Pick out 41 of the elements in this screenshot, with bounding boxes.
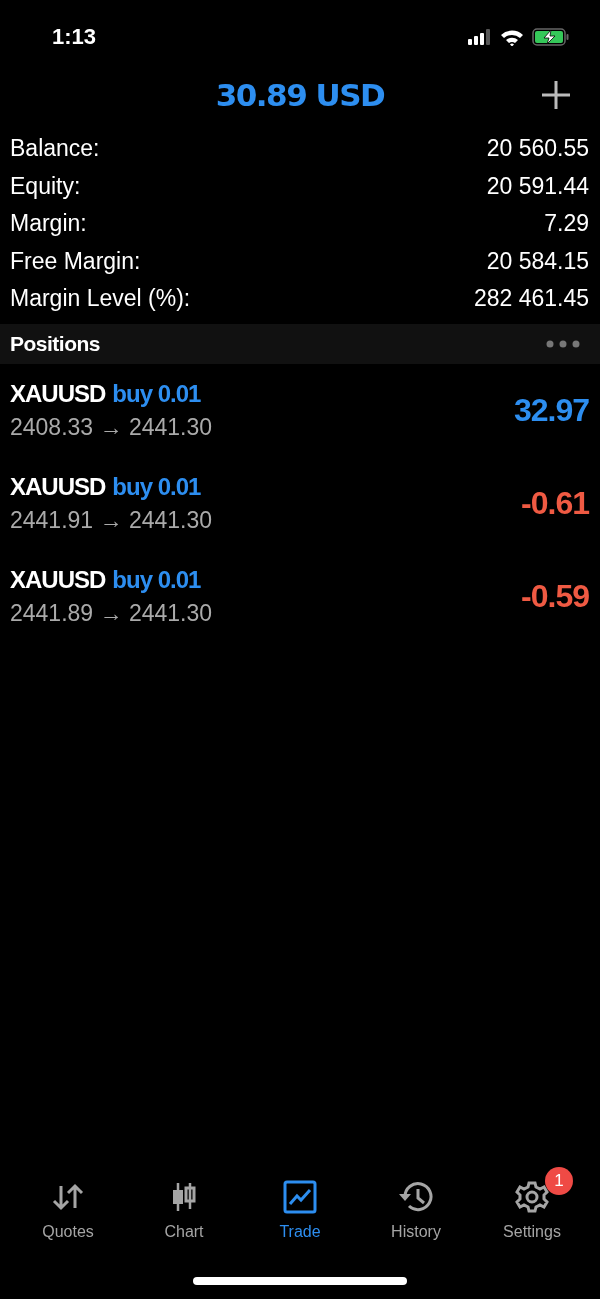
summary-value: 20 560.55 — [486, 135, 589, 163]
symbol-label: XAUUSD — [10, 379, 106, 408]
summary-value: 20 591.44 — [486, 172, 589, 200]
profit-value: -0.61 — [521, 484, 589, 522]
status-time: 1:13 — [52, 24, 97, 50]
tab[interactable]: Trade — [245, 1165, 355, 1241]
profit-value: -0.59 — [521, 577, 589, 615]
candlestick-icon — [171, 1181, 197, 1213]
more-icon[interactable] — [546, 339, 580, 348]
summary-label: Balance: — [10, 135, 100, 163]
settings-icon — [515, 1180, 549, 1214]
profit-value: 32.97 — [513, 391, 589, 429]
order-side: buy 0.01 — [112, 472, 201, 501]
summary-value: 282 461.45 — [473, 285, 589, 313]
symbol-label: XAUUSD — [10, 565, 106, 594]
history-icon — [398, 1180, 434, 1214]
symbol-label: XAUUSD — [10, 472, 106, 501]
battery-charging-icon — [532, 28, 570, 46]
wifi-icon — [500, 28, 524, 46]
summary-value: 7.29 — [544, 210, 589, 238]
order-side: buy 0.01 — [112, 565, 201, 594]
arrows-icon — [51, 1182, 85, 1212]
price-range: 2441.89 → 2441.30 — [10, 599, 213, 627]
summary-label: Free Margin: — [10, 247, 141, 275]
summary-label: Equity: — [10, 172, 81, 200]
section-title: Positions — [10, 331, 100, 356]
header-title: 30.89 USD — [215, 77, 385, 113]
line-chart-icon — [283, 1180, 317, 1214]
price-range: 2408.33 → 2441.30 — [10, 413, 213, 441]
order-side: buy 0.01 — [112, 379, 201, 408]
signal-icon — [468, 29, 492, 45]
summary-label: Margin: — [10, 210, 87, 238]
tab[interactable]: Quotes — [13, 1165, 123, 1241]
summary-value: 20 584.15 — [486, 247, 589, 275]
tab[interactable]: History — [361, 1165, 471, 1241]
summary-label: Margin Level (%): — [10, 285, 191, 313]
add-icon[interactable] — [541, 80, 571, 110]
notification-badge: 1 — [545, 1167, 573, 1195]
tab[interactable]: Chart — [129, 1165, 239, 1241]
price-range: 2441.91 → 2441.30 — [10, 506, 213, 534]
tab[interactable]: 1 Settings — [477, 1165, 587, 1241]
